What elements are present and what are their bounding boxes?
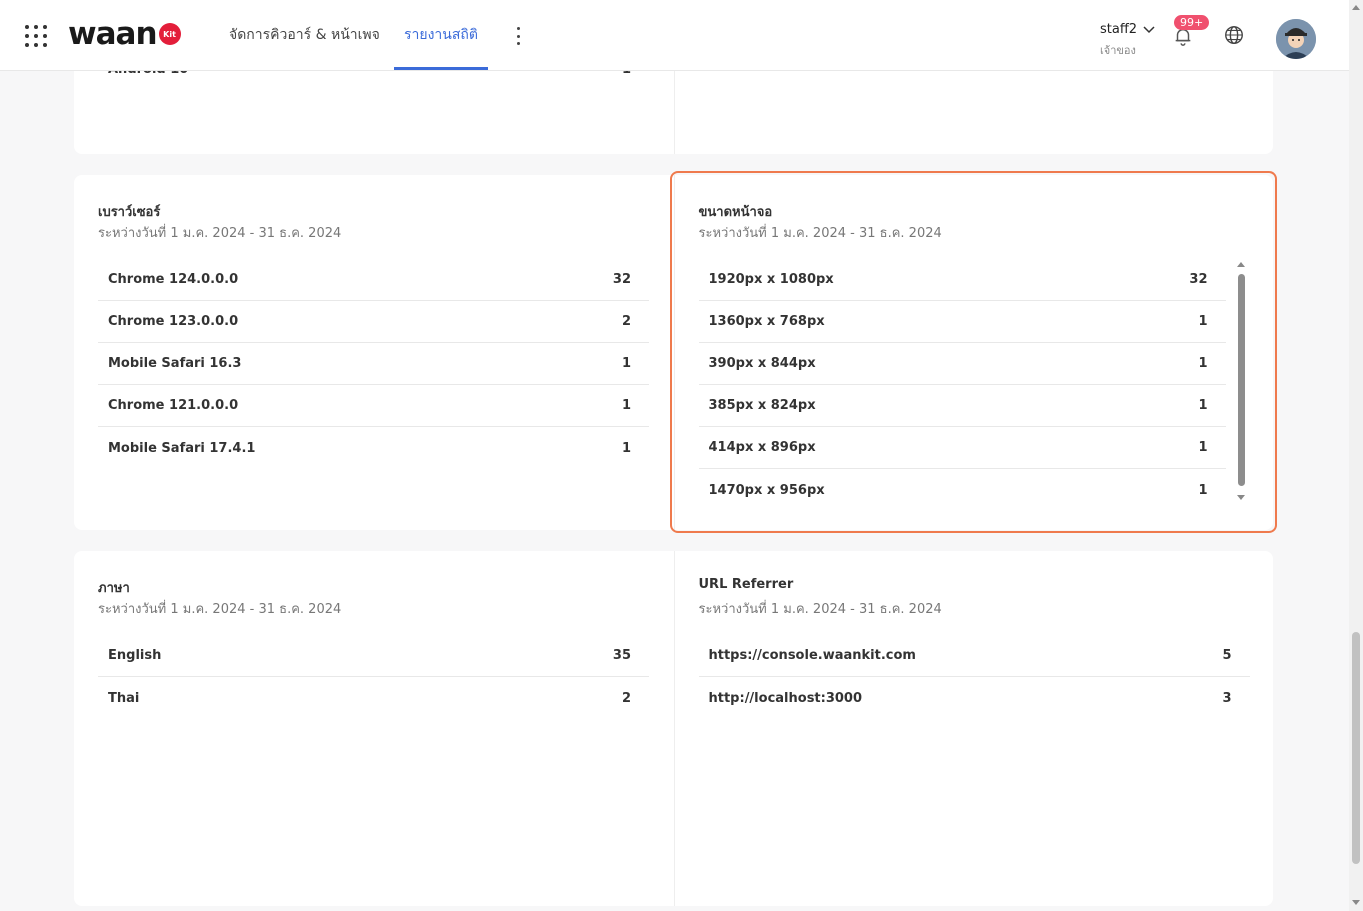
- screen-size-panel: ขนาดหน้าจอ ระหว่างวันที่ 1 ม.ค. 2024 - 3…: [673, 175, 1274, 530]
- list-item: Mobile Safari 17.4.1 1: [108, 440, 631, 456]
- screen-size-scrollbar[interactable]: [1237, 262, 1246, 502]
- user-role: เจ้าของ: [1100, 44, 1136, 57]
- list-item: 390px x 844px 1: [698, 343, 1226, 385]
- list-item: Chrome 121.0.0.0 1: [98, 385, 649, 427]
- page-scrollbar[interactable]: [1349, 0, 1363, 911]
- list-item: Mobile Safari 16.3 1: [98, 343, 649, 385]
- logo-badge: Kit: [158, 23, 181, 45]
- panel-title: URL Referrer: [698, 577, 794, 592]
- scroll-down-arrow-icon[interactable]: [1237, 495, 1245, 500]
- logo-text: waan: [68, 16, 158, 52]
- tab-manage-qr[interactable]: จัดการคิวอาร์ & หน้าเพจ: [229, 0, 380, 70]
- list-item: Chrome 123.0.0.0 2: [98, 301, 649, 343]
- notification-badge: 99+: [1174, 15, 1210, 30]
- language-list: English 35 Thai 2: [98, 635, 649, 719]
- apps-grid-icon[interactable]: [25, 25, 47, 47]
- top-header: waan Kit จัดการคิวอาร์ & หน้าเพจ รายงานส…: [0, 0, 1349, 71]
- list-item: https://console.waankit.com 5: [698, 635, 1250, 677]
- list-item: http://localhost:3000 3: [708, 690, 1232, 706]
- list-item: Chrome 124.0.0.0 32: [98, 259, 649, 301]
- scrollbar-thumb[interactable]: [1352, 632, 1360, 864]
- referrer-list: https://console.waankit.com 5 http://loca…: [698, 635, 1250, 719]
- scroll-down-arrow-icon[interactable]: [1352, 900, 1360, 905]
- referrer-panel: URL Referrer ระหว่างวันที่ 1 ม.ค. 2024 -…: [673, 551, 1274, 906]
- chevron-down-icon: [1143, 25, 1155, 33]
- panel-subtitle: ระหว่างวันที่ 1 ม.ค. 2024 - 31 ธ.ค. 2024: [98, 226, 342, 241]
- panel-subtitle: ระหว่างวันที่ 1 ม.ค. 2024 - 31 ธ.ค. 2024: [698, 226, 942, 241]
- avatar[interactable]: [1276, 19, 1316, 59]
- panel-subtitle: ระหว่างวันที่ 1 ม.ค. 2024 - 31 ธ.ค. 2024: [98, 602, 342, 617]
- list-item: English 35: [98, 635, 649, 677]
- logo[interactable]: waan Kit: [68, 14, 181, 54]
- list-item: 385px x 824px 1: [698, 385, 1226, 427]
- list-item: Thai 2: [108, 690, 631, 706]
- scroll-up-arrow-icon[interactable]: [1237, 262, 1245, 267]
- browser-list: Chrome 124.0.0.0 32 Chrome 123.0.0.0 2 Mob…: [98, 259, 649, 469]
- panel-title: เบราว์เซอร์: [98, 205, 161, 220]
- list-item: 1470px x 956px 1: [708, 482, 1208, 498]
- language-panel: ภาษา ระหว่างวันที่ 1 ม.ค. 2024 - 31 ธ.ค.…: [74, 551, 674, 906]
- browser-panel: เบราว์เซอร์ ระหว่างวันที่ 1 ม.ค. 2024 - …: [74, 175, 674, 530]
- screen-size-list[interactable]: 1920px x 1080px 32 1360px x 768px 1 390px …: [698, 259, 1226, 511]
- avatar-image: [1276, 19, 1316, 59]
- tab-statistics-report[interactable]: รายงานสถิติ: [394, 0, 488, 70]
- scroll-up-arrow-icon[interactable]: [1352, 5, 1360, 10]
- panel-title: ขนาดหน้าจอ: [698, 205, 773, 220]
- list-item: 1360px x 768px 1: [698, 301, 1226, 343]
- list-item: 1920px x 1080px 32: [698, 259, 1226, 301]
- browser-screen-card-row: เบราว์เซอร์ ระหว่างวันที่ 1 ม.ค. 2024 - …: [74, 175, 1273, 530]
- language-referrer-card-row: ภาษา ระหว่างวันที่ 1 ม.ค. 2024 - 31 ธ.ค.…: [74, 551, 1273, 906]
- more-options-icon[interactable]: [512, 25, 524, 47]
- globe-icon[interactable]: [1223, 24, 1245, 46]
- scrollbar-thumb[interactable]: [1238, 274, 1245, 486]
- user-menu[interactable]: staff2 เจ้าของ: [1100, 22, 1155, 59]
- list-item: 414px x 896px 1: [698, 427, 1226, 469]
- panel-title: ภาษา: [98, 581, 130, 596]
- user-name: staff2: [1100, 22, 1138, 37]
- panel-subtitle: ระหว่างวันที่ 1 ม.ค. 2024 - 31 ธ.ค. 2024: [698, 602, 942, 617]
